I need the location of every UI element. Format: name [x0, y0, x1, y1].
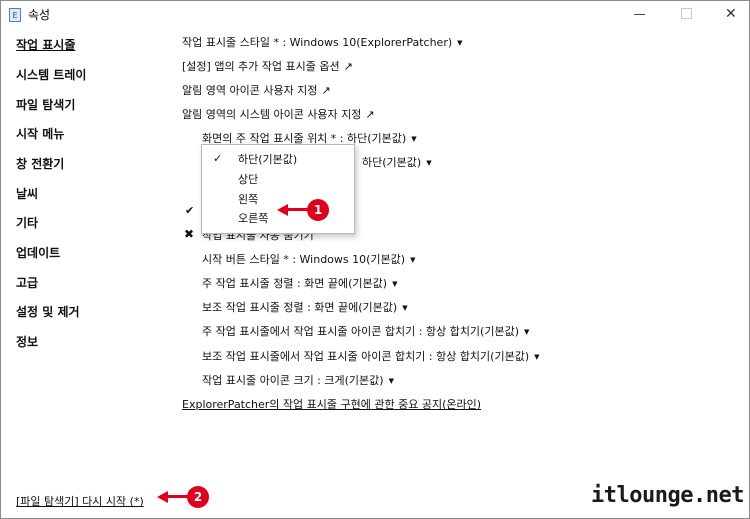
dropdown-caret-icon: ▼ — [411, 135, 417, 143]
sidebar-item-updates[interactable]: 업데이트 — [16, 244, 60, 261]
important-notice-link[interactable]: ExplorerPatcher의 작업 표시줄 구현에 관한 중요 공지(온라인… — [182, 396, 481, 412]
sidebar-item-taskbar[interactable]: 작업 표시줄 — [16, 36, 75, 53]
dropdown-caret-icon: ▼ — [410, 256, 416, 264]
notify-icons-label: 알림 영역 아이콘 사용자 지정 — [182, 84, 318, 97]
window-icon: E — [9, 8, 21, 22]
checkmark-icon[interactable]: ✔ — [185, 204, 194, 217]
sidebar-item-about[interactable]: 정보 — [16, 333, 38, 350]
secondary-combine-label: 보조 작업 표시줄에서 작업 표시줄 아이콘 합치기 : 항상 합치기(기본값) — [202, 350, 530, 363]
notify-system-icons-link[interactable]: 알림 영역의 시스템 아이콘 사용자 지정 ↗ — [182, 106, 375, 122]
close-button[interactable]: ✕ — [725, 7, 739, 21]
dropdown-caret-icon: ▼ — [457, 39, 463, 47]
dropdown-item-bottom[interactable]: 하단(기본값) — [238, 151, 297, 167]
taskbar-style-option[interactable]: 작업 표시줄 스타일 * : Windows 10(ExplorerPatche… — [182, 34, 463, 50]
external-link-icon: ↗ — [321, 84, 331, 97]
x-mark-icon[interactable]: ✖ — [184, 227, 194, 241]
minimize-button[interactable] — [633, 7, 647, 21]
dropdown-caret-icon: ▼ — [426, 159, 432, 167]
app-extra-taskbar-label: [설정] 앱의 추가 작업 표시줄 옵션 — [182, 60, 340, 73]
window-title: 속성 — [28, 8, 51, 22]
start-button-style-label: 시작 버튼 스타일 * : Windows 10(기본값) — [202, 253, 406, 266]
sidebar-item-window-switcher[interactable]: 창 전환기 — [16, 155, 64, 172]
start-button-style-option[interactable]: 시작 버튼 스타일 * : Windows 10(기본값) ▼ — [202, 251, 415, 267]
external-link-icon: ↗ — [365, 108, 375, 121]
primary-alignment-option[interactable]: 주 작업 표시줄 정렬 : 화면 끝에(기본값) ▼ — [202, 275, 397, 291]
sidebar-item-system-tray[interactable]: 시스템 트레이 — [16, 66, 86, 83]
sidebar-item-misc[interactable]: 기타 — [16, 214, 38, 231]
icon-size-option[interactable]: 작업 표시줄 아이콘 크기 : 크게(기본값) ▼ — [202, 372, 394, 388]
sidebar-item-advanced[interactable]: 고급 — [16, 274, 38, 291]
properties-window: E 속성 ✕ 작업 표시줄 시스템 트레이 파일 탐색기 시작 메뉴 창 전환기… — [0, 0, 750, 519]
external-link-icon: ↗ — [343, 60, 353, 73]
position-dropdown-menu: ✓ 하단(기본값) 상단 왼쪽 오른쪽 — [201, 144, 355, 234]
dropdown-item-left[interactable]: 왼쪽 — [238, 191, 258, 207]
notify-system-icons-label: 알림 영역의 시스템 아이콘 사용자 지정 — [182, 108, 362, 121]
secondary-combine-option[interactable]: 보조 작업 표시줄에서 작업 표시줄 아이콘 합치기 : 항상 합치기(기본값)… — [202, 348, 540, 364]
selected-check-icon: ✓ — [213, 152, 223, 165]
dropdown-caret-icon: ▼ — [402, 304, 408, 312]
app-extra-taskbar-link[interactable]: [설정] 앱의 추가 작업 표시줄 옵션 ↗ — [182, 58, 353, 74]
dropdown-caret-icon: ▼ — [534, 353, 540, 361]
taskbar-style-label: 작업 표시줄 스타일 * : Windows 10(ExplorerPatche… — [182, 36, 453, 49]
callout-number: 1 — [307, 199, 329, 221]
dropdown-caret-icon: ▼ — [388, 377, 394, 385]
secondary-alignment-option[interactable]: 보조 작업 표시줄 정렬 : 화면 끝에(기본값) ▼ — [202, 299, 408, 315]
sidebar-item-start-menu[interactable]: 시작 메뉴 — [16, 125, 64, 142]
sidebar-item-file-explorer[interactable]: 파일 탐색기 — [16, 96, 75, 113]
sidebar-item-weather[interactable]: 날씨 — [16, 185, 38, 202]
restart-explorer-link[interactable]: [파일 탐색기] 다시 시작 (*) — [16, 493, 144, 509]
secondary-position-option[interactable]: 하단(기본값) ▼ — [362, 154, 432, 170]
primary-combine-label: 주 작업 표시줄에서 작업 표시줄 아이콘 합치기 : 항상 합치기(기본값) — [202, 325, 519, 338]
title-bar: E 속성 ✕ — [1, 1, 749, 29]
sidebar-item-uninstall[interactable]: 설정 및 제거 — [16, 303, 80, 320]
primary-combine-option[interactable]: 주 작업 표시줄에서 작업 표시줄 아이콘 합치기 : 항상 합치기(기본값) ▼ — [202, 323, 529, 339]
maximize-button[interactable] — [680, 7, 694, 21]
secondary-position-value: 하단(기본값) — [362, 156, 422, 169]
notify-icons-link[interactable]: 알림 영역 아이콘 사용자 지정 ↗ — [182, 82, 331, 98]
secondary-alignment-label: 보조 작업 표시줄 정렬 : 화면 끝에(기본값) — [202, 301, 398, 314]
dropdown-item-right[interactable]: 오른쪽 — [238, 210, 268, 226]
watermark: itlounge.net — [591, 483, 744, 508]
icon-size-label: 작업 표시줄 아이콘 크기 : 크게(기본값) — [202, 374, 384, 387]
dropdown-caret-icon: ▼ — [392, 280, 398, 288]
dropdown-caret-icon: ▼ — [524, 328, 530, 336]
callout-number: 2 — [187, 486, 209, 508]
dropdown-item-top[interactable]: 상단 — [238, 171, 258, 187]
primary-alignment-label: 주 작업 표시줄 정렬 : 화면 끝에(기본값) — [202, 277, 388, 290]
